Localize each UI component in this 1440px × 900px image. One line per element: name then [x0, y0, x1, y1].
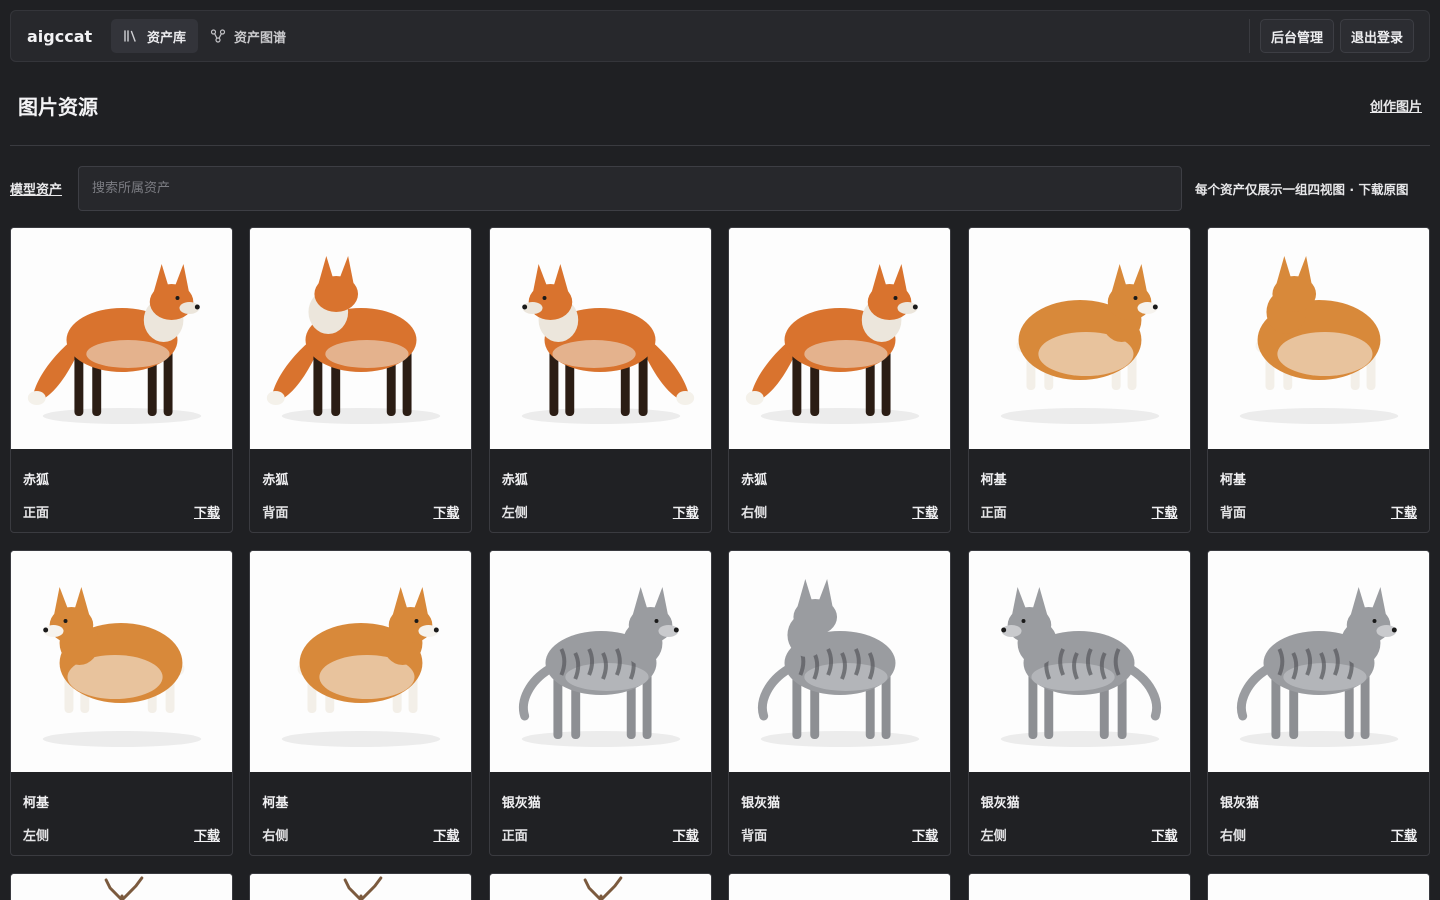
asset-name: 柯基	[262, 796, 289, 811]
asset-card[interactable]: 赤狐 左侧 下载	[488, 227, 712, 533]
filter-toolbar: 模型资产 每个资产仅展示一组四视图 · 下载原图	[10, 166, 1430, 211]
asset-name: 赤狐	[23, 473, 50, 488]
asset-name: 柯基	[1219, 473, 1246, 488]
download-link[interactable]: 下载	[1391, 825, 1417, 844]
asset-card[interactable]: 柯基 背面 下载	[1206, 227, 1430, 533]
asset-view-label: 正面	[980, 506, 1007, 521]
asset-card[interactable]: 赤狐 右侧 下载	[728, 227, 952, 533]
asset-view-label: 左侧	[23, 829, 50, 844]
asset-image[interactable]	[729, 551, 951, 772]
asset-view-label: 右侧	[1219, 829, 1246, 844]
download-link[interactable]: 下载	[433, 825, 459, 844]
asset-image[interactable]	[968, 228, 1190, 449]
asset-image[interactable]	[489, 228, 711, 449]
asset-name: 赤狐	[501, 473, 528, 488]
download-link[interactable]: 下载	[194, 502, 220, 521]
image-grid: 赤狐 正面 下载 赤狐 背面 下载 赤狐 左侧 下载 赤狐 右侧 下载 柯基 正…	[10, 227, 1430, 900]
asset-image[interactable]	[250, 551, 472, 772]
asset-image[interactable]	[1207, 228, 1429, 449]
asset-image[interactable]	[1207, 874, 1429, 900]
header-divider	[10, 145, 1430, 146]
download-link[interactable]: 下载	[912, 825, 938, 844]
asset-view-label: 右侧	[741, 506, 768, 521]
asset-view-label: 左侧	[980, 829, 1007, 844]
asset-view-label: 左侧	[501, 506, 528, 521]
asset-card[interactable]: 银灰猫 右侧 下载	[1206, 550, 1430, 856]
asset-name: 银灰猫	[980, 796, 1020, 811]
asset-name: 银灰猫	[741, 796, 781, 811]
asset-card[interactable]: 柯基 右侧 下载	[249, 550, 473, 856]
asset-card[interactable]: 银灰猫 背面 下载	[728, 550, 952, 856]
top-navbar: aigccat 资产库 资产图谱 后台管理 退出登录	[10, 10, 1430, 62]
asset-image[interactable]	[729, 874, 951, 900]
asset-image[interactable]	[729, 228, 951, 449]
asset-card[interactable]	[249, 873, 473, 900]
asset-name: 柯基	[980, 473, 1007, 488]
search-input[interactable]	[78, 166, 1182, 211]
asset-view-label: 正面	[23, 506, 50, 521]
asset-name: 柯基	[23, 796, 50, 811]
download-link[interactable]: 下载	[1152, 502, 1178, 521]
asset-image[interactable]	[489, 551, 711, 772]
asset-name: 赤狐	[741, 473, 768, 488]
model-assets-link[interactable]: 模型资产	[10, 179, 78, 198]
admin-button[interactable]: 后台管理	[1259, 19, 1334, 53]
asset-image[interactable]	[11, 874, 232, 900]
asset-card[interactable]	[967, 873, 1191, 900]
asset-card[interactable]	[10, 873, 233, 900]
brand-logo[interactable]: aigccat	[27, 27, 111, 46]
page-title: 图片资源	[18, 95, 98, 119]
asset-view-label: 右侧	[262, 829, 289, 844]
download-link[interactable]: 下载	[194, 825, 220, 844]
download-link[interactable]: 下载	[912, 502, 938, 521]
asset-image[interactable]	[1207, 551, 1429, 772]
asset-image[interactable]	[11, 228, 232, 449]
asset-card[interactable]: 银灰猫 正面 下载	[488, 550, 712, 856]
asset-name: 赤狐	[262, 473, 289, 488]
download-link[interactable]: 下载	[673, 825, 699, 844]
asset-card[interactable]	[728, 873, 952, 900]
asset-card[interactable]: 赤狐 背面 下载	[249, 227, 473, 533]
library-icon	[124, 30, 136, 42]
download-link[interactable]: 下载	[1391, 502, 1417, 521]
nav-asset-library[interactable]: 资产库	[111, 19, 199, 53]
create-image-link[interactable]: 创作图片	[1370, 96, 1422, 115]
asset-image[interactable]	[250, 874, 472, 900]
asset-card[interactable]: 银灰猫 左侧 下载	[967, 550, 1191, 856]
graph-icon	[210, 29, 226, 43]
asset-view-label: 正面	[501, 829, 528, 844]
asset-image[interactable]	[250, 228, 472, 449]
asset-name: 银灰猫	[1219, 796, 1259, 811]
navbar-divider	[1248, 19, 1250, 53]
asset-card[interactable]: 柯基 正面 下载	[967, 227, 1191, 533]
download-link[interactable]: 下载	[433, 502, 459, 521]
view-hint-text: 每个资产仅展示一组四视图 · 下载原图	[1195, 182, 1409, 197]
nav-asset-graph-label: 资产图谱	[234, 30, 287, 46]
asset-card[interactable]: 柯基 左侧 下载	[10, 550, 233, 856]
asset-view-label: 背面	[1219, 506, 1246, 521]
asset-card[interactable]	[488, 873, 712, 900]
asset-card[interactable]: 赤狐 正面 下载	[10, 227, 233, 533]
asset-image[interactable]	[11, 551, 232, 772]
asset-view-label: 背面	[741, 829, 768, 844]
asset-image[interactable]	[968, 874, 1190, 900]
asset-image[interactable]	[968, 551, 1190, 772]
asset-image[interactable]	[489, 874, 711, 900]
download-link[interactable]: 下载	[1152, 825, 1178, 844]
asset-view-label: 背面	[262, 506, 289, 521]
download-link[interactable]: 下载	[673, 502, 699, 521]
asset-name: 银灰猫	[501, 796, 541, 811]
nav-asset-graph[interactable]: 资产图谱	[198, 19, 298, 53]
logout-button[interactable]: 退出登录	[1339, 19, 1414, 53]
nav-asset-library-label: 资产库	[147, 30, 187, 46]
asset-card[interactable]	[1206, 873, 1430, 900]
